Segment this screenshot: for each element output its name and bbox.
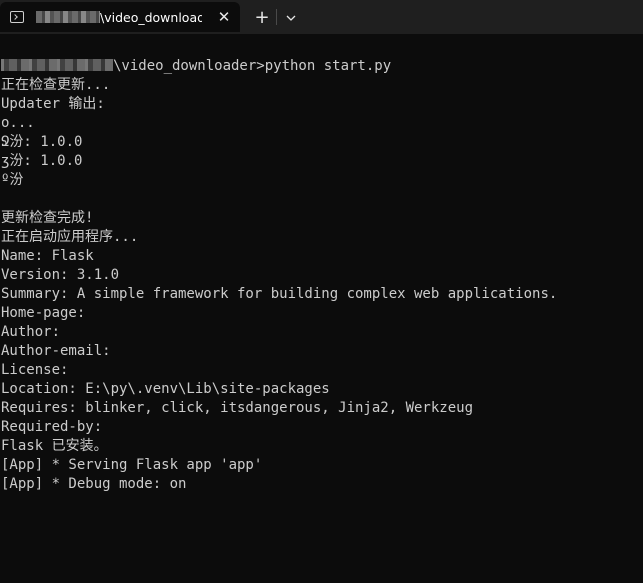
output-line: Version: 3.1.0 [1,267,120,283]
redacted-tab-path [36,11,100,23]
terminal-tab[interactable]: \video_downloade ✕ [0,2,240,32]
close-icon[interactable]: ✕ [216,9,232,25]
output-line: 正在检查更新... [1,77,111,93]
output-line: Location: E:\py\.venv\Lib\site-packages [1,381,330,397]
output-line: Home-page: [1,305,86,321]
terminal-output[interactable]: \video_downloader>python start.py 正在检查更新… [1,57,643,583]
output-line: ʒ汾: 1.0.0 [1,153,83,169]
chevron-down-icon [286,11,296,24]
output-line: Ջ汾: 1.0.0 [1,134,83,150]
terminal-icon [10,11,24,23]
terminal-window: \video_downloade ✕ + \video_downloader>p… [0,0,643,583]
output-line: Summary: A simple framework for building… [1,286,558,302]
new-tab-button[interactable]: + [248,2,276,32]
output-line: Updater 输出: [1,96,105,112]
output-line: ο... [1,115,35,131]
plus-icon: + [254,6,270,28]
output-line: Author-email: [1,343,111,359]
output-line: 更新检查完成! [1,210,94,226]
prompt-command: \video_downloader>python start.py [113,58,392,74]
output-line: º汾 [1,172,24,188]
tab-dropdown-button[interactable] [277,2,305,32]
output-line: Requires: blinker, click, itsdangerous, … [1,400,474,416]
output-line: 正在启动应用程序... [1,229,139,245]
output-line: Flask 已安装。 [1,438,108,454]
redacted-path [1,59,113,71]
tab-title: \video_downloade [100,9,202,25]
output-line: Required-by: [1,419,103,435]
output-line: License: [1,362,69,378]
prompt-line: \video_downloader>python start.py [1,57,643,76]
title-bar: \video_downloade ✕ + [0,0,643,34]
output-line: Name: Flask [1,248,94,264]
output-line: Author: [1,324,61,340]
output-line: [App] * Debug mode: on [1,476,187,492]
output-line: [App] * Serving Flask app 'app' [1,457,263,473]
